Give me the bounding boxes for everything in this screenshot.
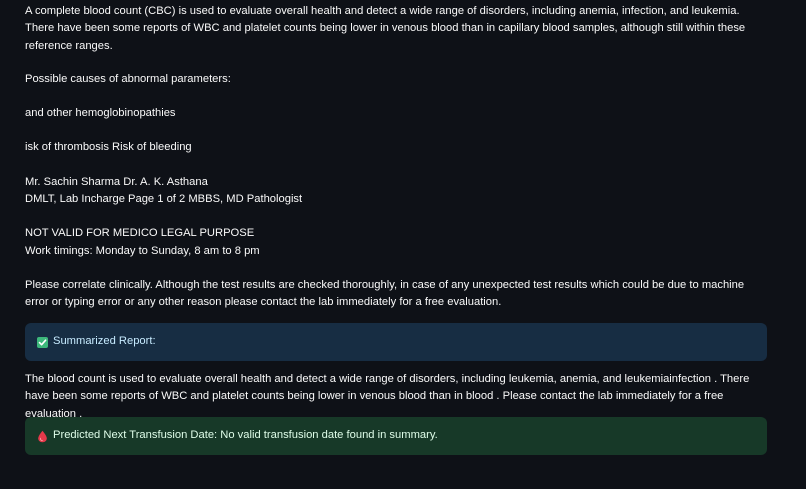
summary-alert: Summarized Report: [25, 323, 767, 361]
signatories-line-2: DMLT, Lab Incharge Page 1 of 2 MBBS, MD … [25, 193, 303, 206]
causes-heading: Possible causes of abnormal parameters: [25, 72, 231, 85]
blood-drop-icon [37, 430, 48, 443]
signatories-line-1: Mr. Sachin Sharma Dr. A. K. Asthana [25, 175, 208, 188]
work-timings: Work timings: Monday to Sunday, 8 am to … [25, 244, 260, 257]
summary-alert-label: Summarized Report: [53, 335, 156, 348]
disclaimer: Please correlate clinically. Although th… [25, 278, 745, 309]
transfusion-alert-label: Predicted Next Transfusion Date: No vali… [53, 429, 438, 442]
report-intro: A complete blood count (CBC) is used to … [25, 5, 746, 52]
medico-legal-notice: NOT VALID FOR MEDICO LEGAL PURPOSE [25, 227, 255, 240]
report-text: A complete blood count (CBC) is used to … [25, 3, 767, 312]
summary-text: The blood count is used to evaluate over… [25, 373, 750, 420]
check-box-icon [37, 336, 48, 348]
hemoglobinopathies-line: and other hemoglobinopathies [25, 107, 176, 120]
transfusion-alert: Predicted Next Transfusion Date: No vali… [25, 417, 767, 455]
risks-line: isk of thrombosis Risk of bleeding [25, 141, 192, 154]
